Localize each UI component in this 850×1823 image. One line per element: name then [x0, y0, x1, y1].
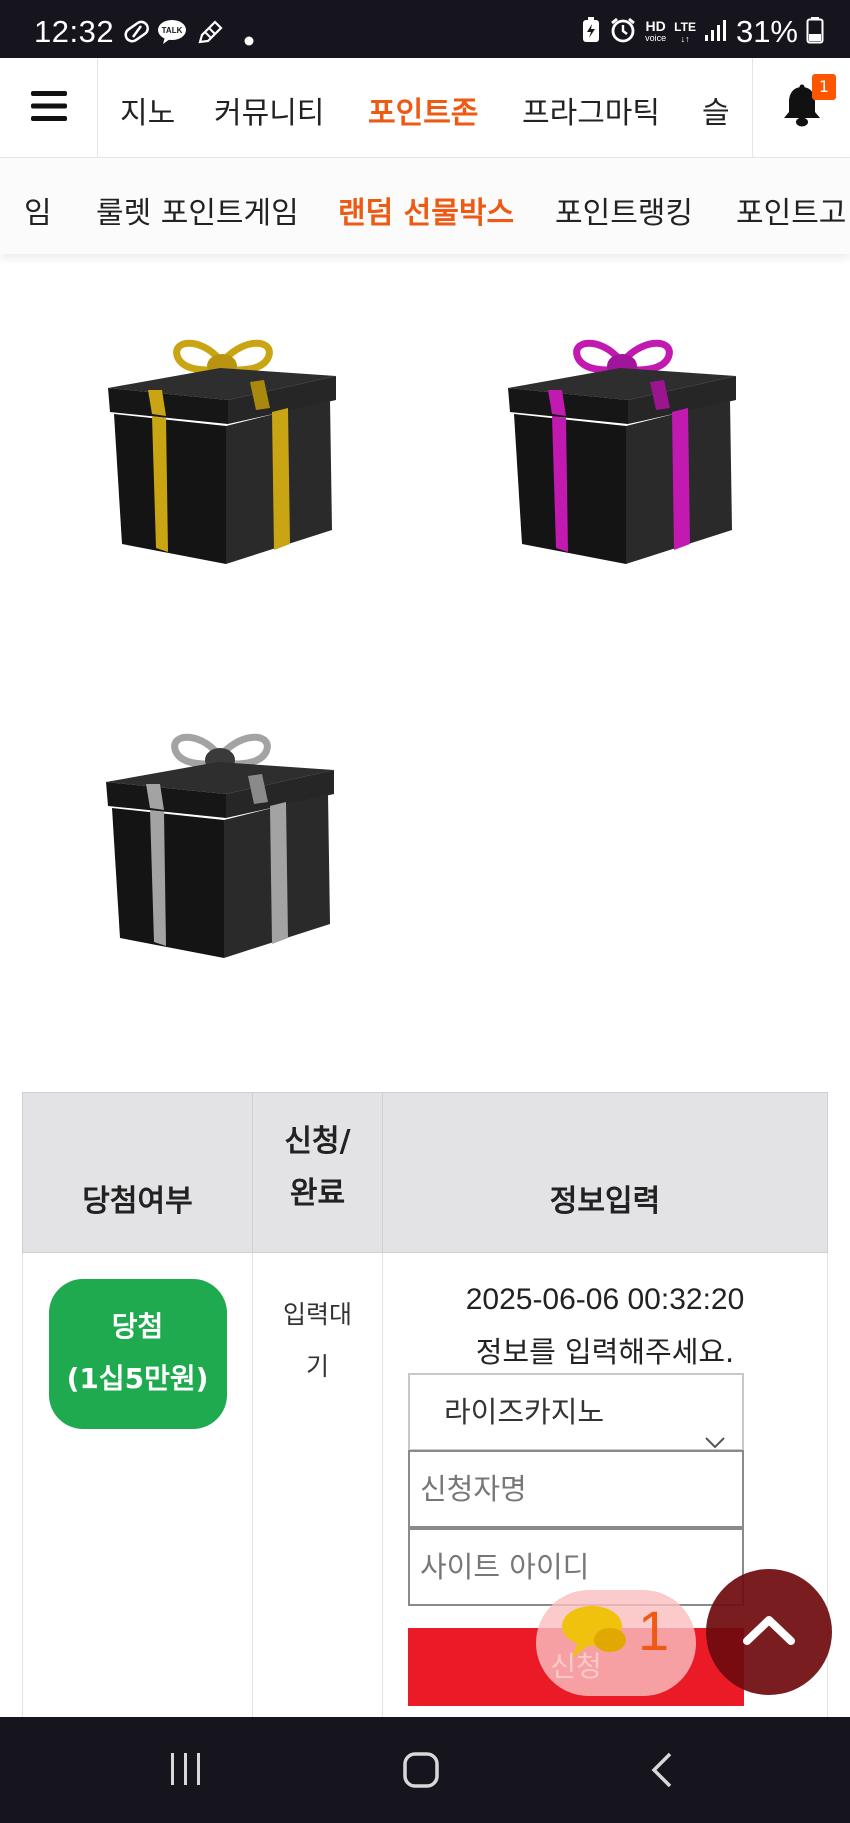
sub-nav-item-game[interactable]: 임: [24, 188, 52, 232]
nav-item-slot[interactable]: 슬: [702, 88, 730, 132]
gift-box-purple[interactable]: [500, 334, 744, 568]
home-icon[interactable]: [402, 1751, 440, 1793]
win-label: 당첨: [111, 1310, 164, 1343]
header-info: 정보입력: [382, 1092, 828, 1253]
site-select[interactable]: 라이즈카지노: [408, 1373, 744, 1451]
nav-item-point-zone[interactable]: 포인트존: [368, 88, 478, 132]
top-nav-items: 지노 커뮤니티 포인트존 프라그마틱 슬: [98, 58, 752, 158]
site-id-placeholder: 사이트 아이디: [420, 1550, 590, 1584]
header-apply: 신청/ 완료: [252, 1092, 383, 1253]
sub-nav-item-random-gift-box[interactable]: 랜덤 선물박스: [338, 188, 514, 232]
nav-item-pragmatic[interactable]: 프라그마틱: [522, 88, 660, 132]
header-apply-line1: 신청/: [284, 1124, 351, 1159]
status-cell: 입력대 기: [252, 1252, 383, 1723]
site-select-value: 라이즈카지노: [444, 1395, 605, 1429]
table-row: 당첨 (1십5만원) 입력대 기 2025-06-06 00:32:20 정보를…: [22, 1252, 828, 1723]
recent-apps-icon[interactable]: [168, 1751, 204, 1791]
applicant-name-placeholder: 신청자명: [420, 1472, 527, 1506]
info-message: 정보를 입력해주세요.: [475, 1335, 735, 1369]
hd-voice-indicator: HD voice: [645, 18, 667, 43]
header-result: 당첨여부: [22, 1092, 253, 1253]
top-nav: 지노 커뮤니티 포인트존 프라그마틱 슬 1: [0, 58, 850, 158]
notification-button[interactable]: 1: [752, 58, 850, 158]
dot-icon: [244, 31, 254, 50]
header-apply-line2: 완료: [289, 1176, 346, 1211]
result-cell: 당첨 (1십5만원): [22, 1252, 253, 1723]
win-badge: 당첨 (1십5만원): [48, 1279, 227, 1429]
status-line1: 입력대: [282, 1300, 352, 1329]
talk-icon: TALK: [157, 19, 187, 49]
pen-icon: [196, 20, 224, 50]
hamburger-icon: [30, 91, 67, 125]
chat-count: 1: [638, 1599, 670, 1662]
battery-icon: [806, 16, 824, 48]
chevron-up-icon: [741, 1613, 797, 1651]
gift-box-gold[interactable]: [100, 334, 344, 568]
battery-saver-icon: [581, 16, 601, 48]
nav-item-community[interactable]: 커뮤니티: [214, 88, 324, 132]
system-nav-bar: [0, 1717, 850, 1823]
notification-badge: 1: [812, 74, 836, 100]
alarm-icon: [609, 16, 637, 48]
svg-text:TALK: TALK: [162, 26, 183, 35]
battery-percent: 31%: [735, 14, 798, 49]
sub-nav-item-point-ranking[interactable]: 포인트랭킹: [555, 188, 693, 232]
nav-item-casino[interactable]: 지노: [120, 88, 175, 132]
gift-box-silver[interactable]: [98, 728, 342, 962]
back-icon[interactable]: [648, 1751, 676, 1793]
sub-nav: 임 룰렛 포인트게임 랜덤 선물박스 포인트랭킹 포인트고: [0, 158, 850, 254]
sub-nav-item-point-exchange[interactable]: 포인트고: [736, 188, 846, 232]
scroll-top-button[interactable]: [706, 1569, 832, 1695]
status-time: 12:32: [34, 14, 115, 49]
lte-indicator: LTE ↓↑: [674, 19, 696, 44]
chat-bubble-icon: [556, 1604, 632, 1668]
applicant-name-field[interactable]: 신청자명: [408, 1450, 744, 1528]
info-datetime: 2025-06-06 00:32:20: [465, 1283, 745, 1316]
sub-nav-item-roulette[interactable]: 룰렛 포인트게임: [96, 188, 299, 232]
status-bar: 12:32 TALK HD voice LTE ↓↑ 31%: [0, 0, 850, 58]
status-text: 입력대 기: [253, 1289, 382, 1393]
signal-icon: [704, 18, 728, 46]
menu-button[interactable]: [0, 58, 98, 158]
pill-icon: [122, 20, 152, 48]
status-line2: 기: [305, 1352, 329, 1381]
win-amount: (1십5만원): [66, 1362, 209, 1395]
